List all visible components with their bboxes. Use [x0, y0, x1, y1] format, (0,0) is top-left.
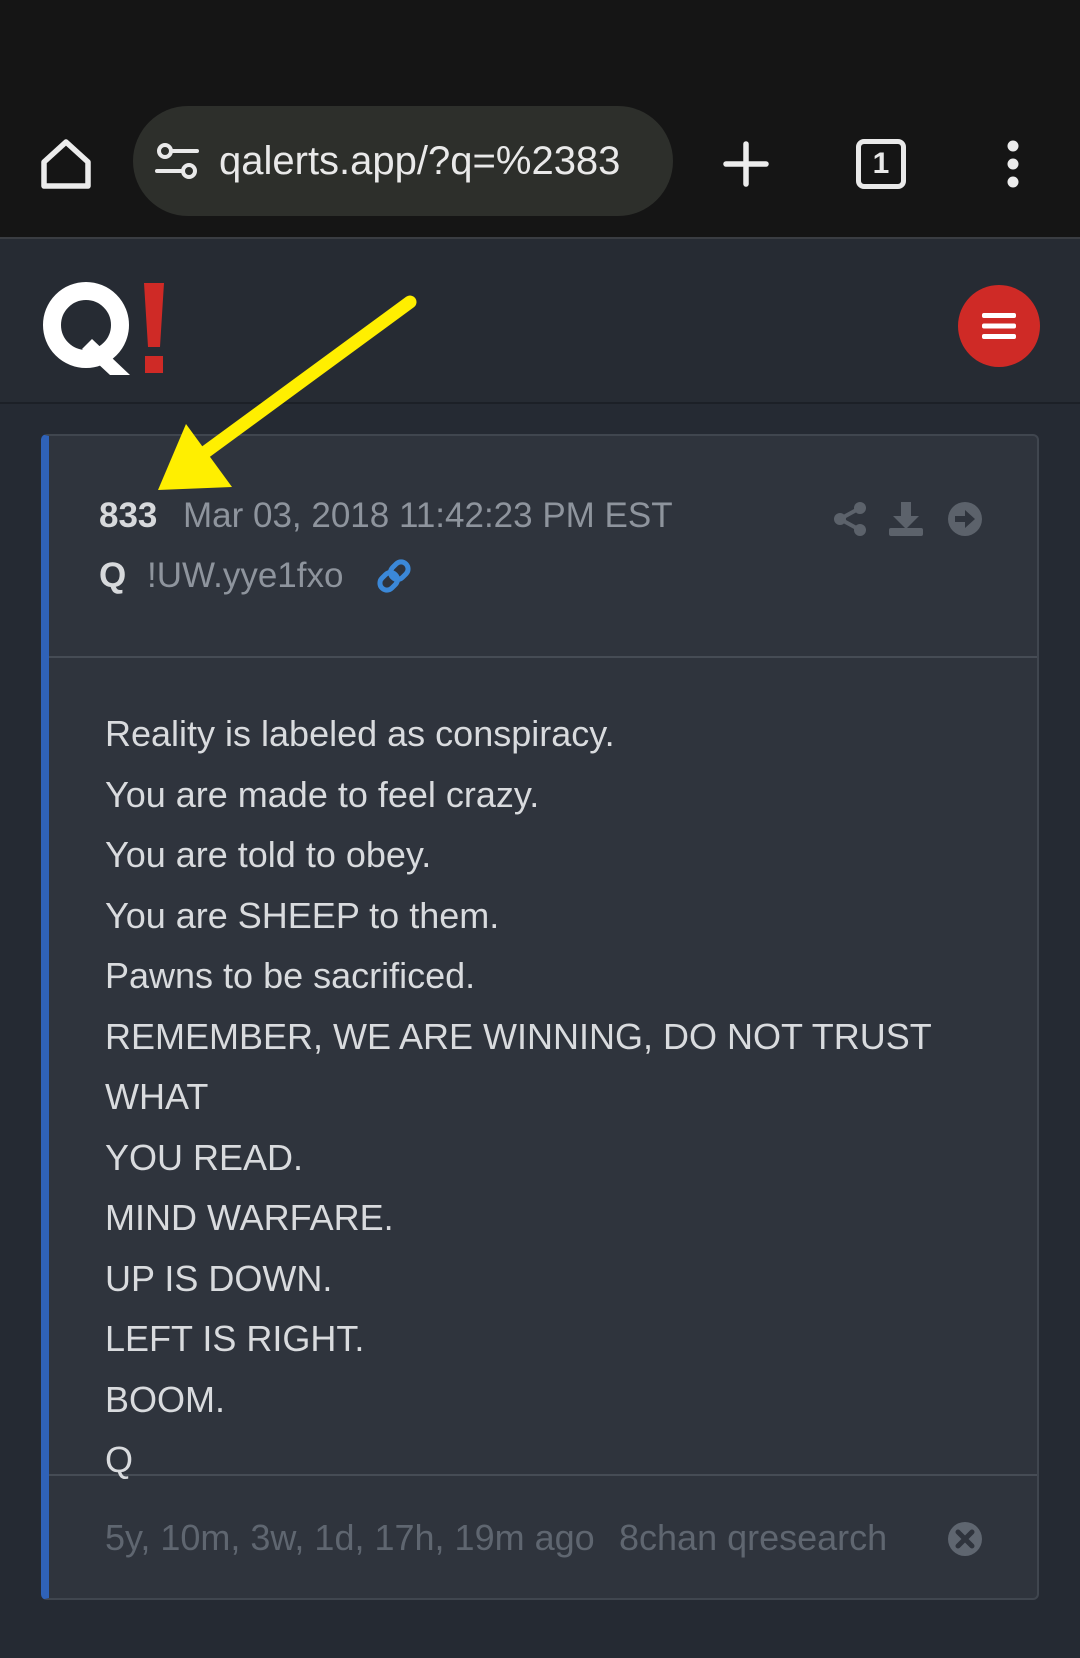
tab-switcher-button[interactable]: 1 — [845, 128, 917, 200]
home-icon — [41, 139, 91, 189]
post-line: REMEMBER, WE ARE WINNING, DO NOT TRUST W… — [105, 1015, 932, 1118]
new-tab-button[interactable] — [710, 128, 782, 200]
browser-menu-button[interactable] — [980, 128, 1046, 200]
share-icon[interactable] — [831, 500, 869, 538]
site-logo[interactable] — [40, 277, 170, 377]
post-line: Reality is labeled as conspiracy. — [105, 713, 615, 754]
post-text: Reality is labeled as conspiracy. You ar… — [105, 704, 985, 1491]
post-footer: 5y, 10m, 3w, 1d, 17h, 19m ago 8chan qres… — [49, 1476, 1037, 1598]
site-header — [0, 239, 1080, 404]
browser-toolbar: qalerts.app/?q=%2383 1 — [0, 100, 1080, 239]
download-icon[interactable] — [887, 500, 925, 538]
post-author: Q — [99, 556, 127, 595]
more-vert-icon — [1007, 140, 1019, 188]
post-line: You are told to obey. — [105, 834, 432, 875]
post-line: YOU READ. — [105, 1136, 304, 1178]
tab-switcher-icon: 1 — [856, 139, 906, 189]
tab-count: 1 — [872, 147, 890, 180]
post-tripcode: !UW.yye1fxo — [147, 556, 344, 595]
post-date: Mar 03, 2018 11:42:23 PM EST — [183, 496, 673, 535]
post-number[interactable]: 833 — [99, 496, 157, 536]
link-icon[interactable] — [374, 556, 414, 596]
home-button[interactable] — [30, 128, 102, 200]
close-circle-icon[interactable] — [947, 1521, 983, 1557]
post-header: 833 Mar 03, 2018 11:42:23 PM EST Q !UW.y… — [49, 436, 1037, 658]
post-card: 833 Mar 03, 2018 11:42:23 PM EST Q !UW.y… — [41, 434, 1039, 1600]
post-source: 8chan qresearch — [619, 1517, 888, 1558]
address-bar[interactable]: qalerts.app/?q=%2383 — [133, 106, 673, 216]
post-line: MIND WARFARE. — [105, 1197, 394, 1238]
post-line: Pawns to be sacrificed. — [105, 955, 476, 996]
post-line: You are SHEEP to them. — [105, 894, 500, 936]
url-text[interactable]: qalerts.app/?q=%2383 — [219, 106, 659, 216]
post-line: You are made to feel crazy. — [105, 773, 540, 815]
tune-icon[interactable] — [155, 141, 199, 181]
post-line: LEFT IS RIGHT. — [105, 1318, 365, 1359]
post-line: BOOM. — [105, 1378, 226, 1420]
post-line: UP IS DOWN. — [105, 1257, 333, 1299]
plus-icon — [723, 141, 769, 187]
site-menu-button[interactable] — [958, 285, 1040, 367]
hamburger-menu-icon — [982, 313, 1016, 339]
arrow-right-circle-icon[interactable] — [946, 500, 984, 538]
post-body: Reality is labeled as conspiracy. You ar… — [49, 658, 1037, 1480]
post-age: 5y, 10m, 3w, 1d, 17h, 19m ago — [105, 1517, 595, 1558]
status-bar — [0, 0, 1080, 100]
